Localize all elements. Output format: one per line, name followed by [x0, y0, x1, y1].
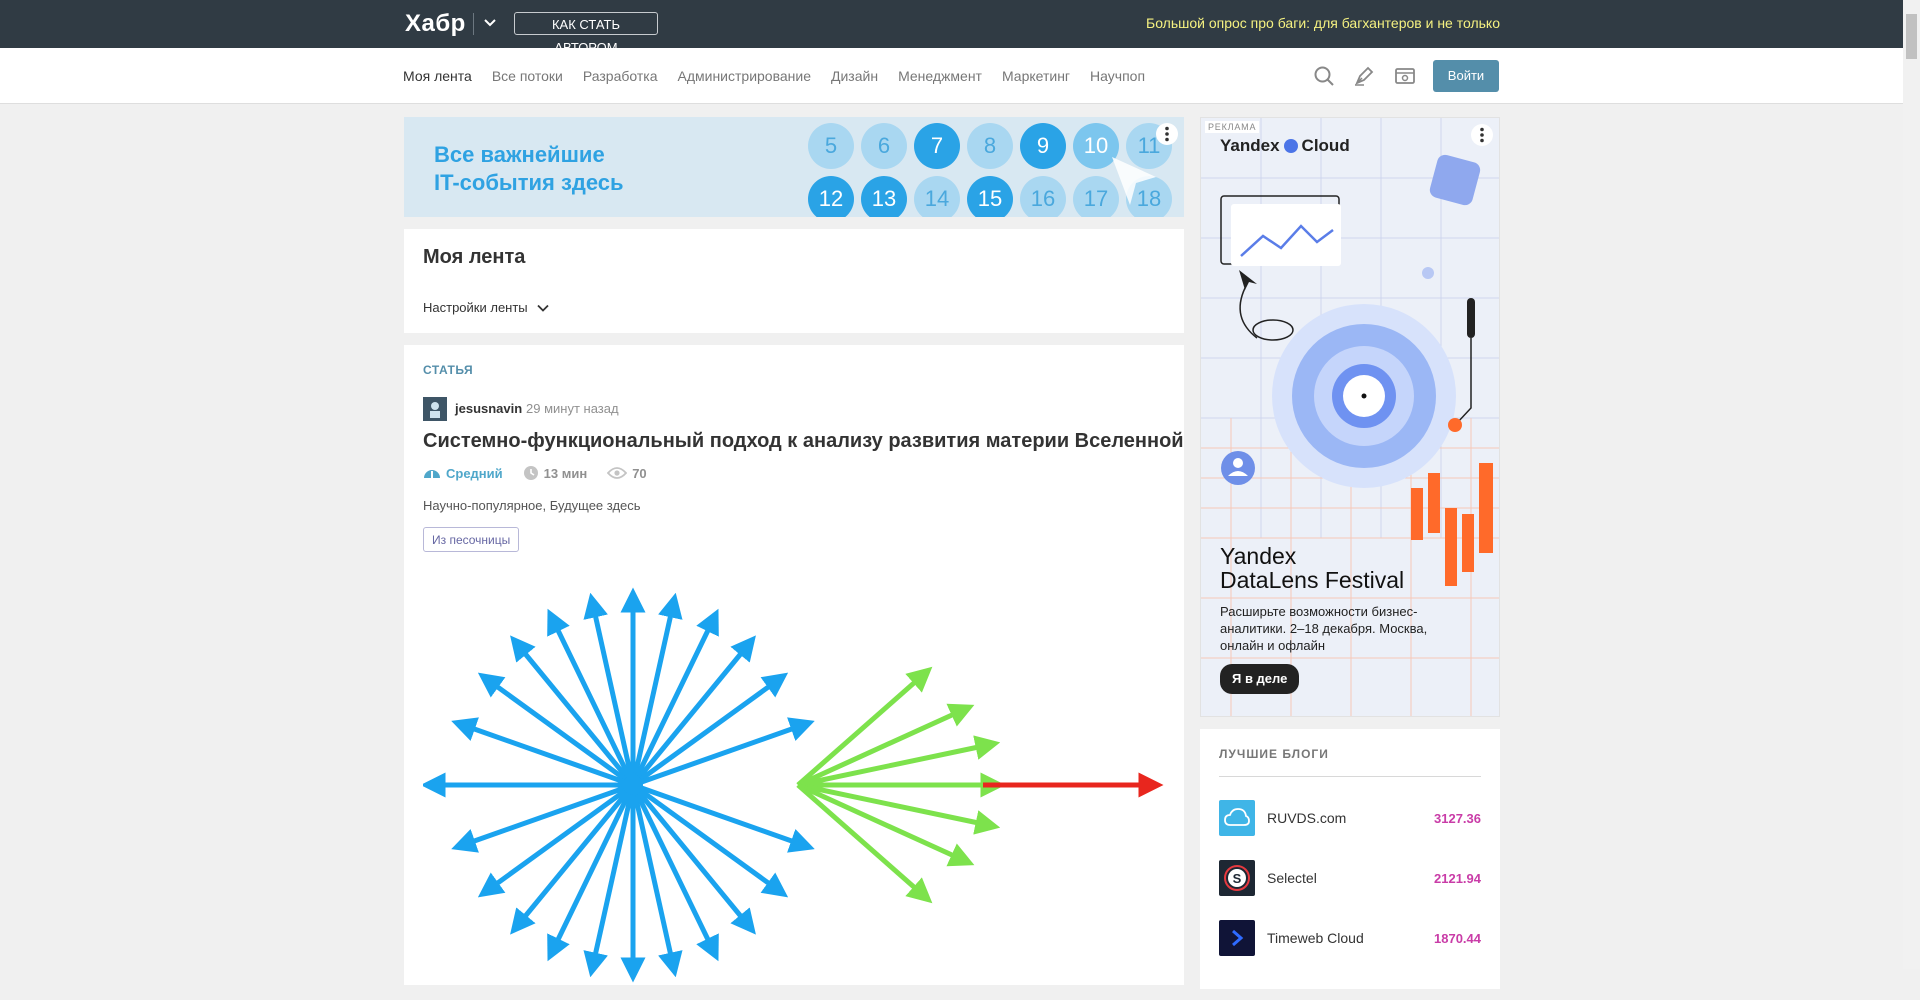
nav-item-my-feed[interactable]: Моя лента: [403, 68, 472, 84]
date-bubble: 8: [967, 123, 1013, 169]
article-card: СТАТЬЯ jesusnavin 29 минут назад Системн…: [404, 345, 1184, 985]
ad-title-line-1: Yandex: [1220, 543, 1297, 569]
banner-line-1: Все важнейшие: [434, 142, 605, 167]
views-label: 70: [632, 465, 647, 481]
complexity-icon: [424, 470, 440, 478]
chevron-down-icon[interactable]: [482, 14, 498, 30]
hub-link[interactable]: Будущее здесь: [550, 498, 641, 513]
svg-text:S: S: [1233, 871, 1242, 886]
sandbox-badge[interactable]: Из песочницы: [423, 527, 520, 552]
complexity-level: Средний: [423, 466, 503, 481]
date-bubble: 6: [861, 123, 907, 169]
scrollbar-thumb[interactable]: [1906, 14, 1917, 59]
nav-item-administration[interactable]: Администрирование: [678, 68, 812, 84]
scrollbar[interactable]: [1903, 0, 1920, 969]
how-to-become-author-button[interactable]: КАК СТАТЬ АВТОРОМ: [514, 12, 658, 55]
avatar[interactable]: [423, 397, 447, 421]
date-bubble: 9: [1020, 123, 1066, 169]
cloud-logo-icon: [1283, 139, 1298, 153]
blog-item[interactable]: Timeweb Cloud 1870.44: [1219, 919, 1481, 957]
selectel-logo-icon: S: [1219, 860, 1255, 896]
habr-logo[interactable]: Хабр: [405, 10, 466, 38]
ad-label: РЕКЛАМА: [1205, 121, 1260, 133]
reading-mode-icon[interactable]: [1394, 65, 1416, 87]
blog-score: 3127.36: [1434, 810, 1481, 826]
nav-item-development[interactable]: Разработка: [583, 68, 658, 84]
flow-tabs: Моя лента Все потоки Разработка Админист…: [403, 48, 1165, 104]
reading-time-label: 13 мин: [543, 465, 588, 481]
complexity-label: Средний: [446, 465, 503, 481]
article-cover-image[interactable]: [423, 580, 1165, 1000]
best-blogs-widget: ЛУЧШИЕ БЛОГИ RUVDS.com 3127.36 S Selecte…: [1200, 729, 1500, 989]
date-bubble: 5: [808, 123, 854, 169]
cursor-arrow-graphic: [1112, 157, 1156, 205]
nav-item-management[interactable]: Менеджмент: [898, 68, 982, 84]
blog-item[interactable]: RUVDS.com 3127.36: [1219, 799, 1481, 837]
ad-brand-left: Yandex: [1220, 136, 1280, 155]
ruvds-logo-icon: [1219, 800, 1255, 836]
feed-header-card: Моя лента Настройки ленты: [404, 229, 1184, 333]
clock-icon: [523, 466, 538, 480]
ad-text: Расширьте возможности бизнес-аналитики. …: [1220, 604, 1428, 653]
post-time: 29 минут назад: [526, 401, 619, 416]
chevron-down-icon: [537, 304, 549, 312]
blog-name: Timeweb Cloud: [1267, 930, 1364, 946]
feed-settings-toggle[interactable]: Настройки ленты: [423, 300, 550, 315]
article-title-link[interactable]: Системно-функциональный подход к анализу…: [423, 430, 1184, 453]
article-meta: Средний 13 мин 70: [423, 465, 667, 481]
top-bar: Хабр КАК СТАТЬ АВТОРОМ Большой опрос про…: [0, 0, 1920, 55]
events-banner[interactable]: Все важнейшие IT-события здесь 5 6 7 8 9…: [404, 117, 1184, 217]
more-icon[interactable]: [1471, 124, 1493, 146]
search-icon[interactable]: [1313, 65, 1335, 87]
nav-item-design[interactable]: Дизайн: [831, 68, 878, 84]
advertisement[interactable]: РЕКЛАМА Yandex Cloud Yandex DataLens Fes…: [1200, 117, 1500, 717]
login-button[interactable]: Войти: [1433, 60, 1499, 92]
feed-settings-label: Настройки ленты: [423, 300, 528, 315]
ad-title-line-2: DataLens Festival: [1220, 567, 1405, 593]
banner-line-2: IT-события здесь: [434, 170, 624, 195]
blog-score: 2121.94: [1434, 870, 1481, 886]
avatar-icon: [423, 397, 447, 421]
date-bubble: 16: [1020, 176, 1066, 217]
views-count: 70: [607, 465, 647, 481]
ad-cta-button[interactable]: Я в деле: [1220, 664, 1300, 694]
page-title: Моя лента: [423, 246, 526, 268]
timeweb-logo-icon: [1219, 920, 1255, 956]
nav-item-popsci[interactable]: Научпоп: [1090, 68, 1145, 84]
nav-item-all-flows[interactable]: Все потоки: [492, 68, 563, 84]
more-icon[interactable]: [1156, 123, 1178, 145]
logo-divider: [473, 13, 474, 35]
nav-bar: Моя лента Все потоки Разработка Админист…: [0, 48, 1920, 104]
promo-link[interactable]: Большой опрос про баги: для багхантеров …: [1146, 15, 1500, 31]
hubs-list: Научно-популярное, Будущее здесь: [423, 498, 641, 513]
ad-title: Yandex DataLens Festival: [1220, 544, 1480, 592]
date-bubble: 7: [914, 123, 960, 169]
best-blogs-heading: ЛУЧШИЕ БЛОГИ: [1219, 747, 1329, 761]
post-type-label: СТАТЬЯ: [423, 363, 474, 377]
date-bubble: 13: [861, 176, 907, 217]
hub-link[interactable]: Научно-популярное,: [423, 498, 546, 513]
write-icon[interactable]: [1353, 65, 1375, 87]
author-link[interactable]: jesusnavin: [455, 401, 522, 416]
date-bubble: 15: [967, 176, 1013, 217]
blog-score: 1870.44: [1434, 930, 1481, 946]
blog-name: Selectel: [1267, 870, 1317, 886]
reading-time: 13 мин: [523, 465, 588, 481]
eye-icon: [607, 467, 628, 479]
divider: [1219, 776, 1481, 777]
ad-brand: Yandex Cloud: [1220, 136, 1350, 156]
blog-name: RUVDS.com: [1267, 810, 1347, 826]
ad-brand-right: Cloud: [1301, 136, 1350, 155]
date-bubble: 14: [914, 176, 960, 217]
banner-text: Все важнейшие IT-события здесь: [434, 141, 694, 197]
nav-item-marketing[interactable]: Маркетинг: [1002, 68, 1070, 84]
date-bubble: 12: [808, 176, 854, 217]
blog-item[interactable]: S Selectel 2121.94: [1219, 859, 1481, 897]
